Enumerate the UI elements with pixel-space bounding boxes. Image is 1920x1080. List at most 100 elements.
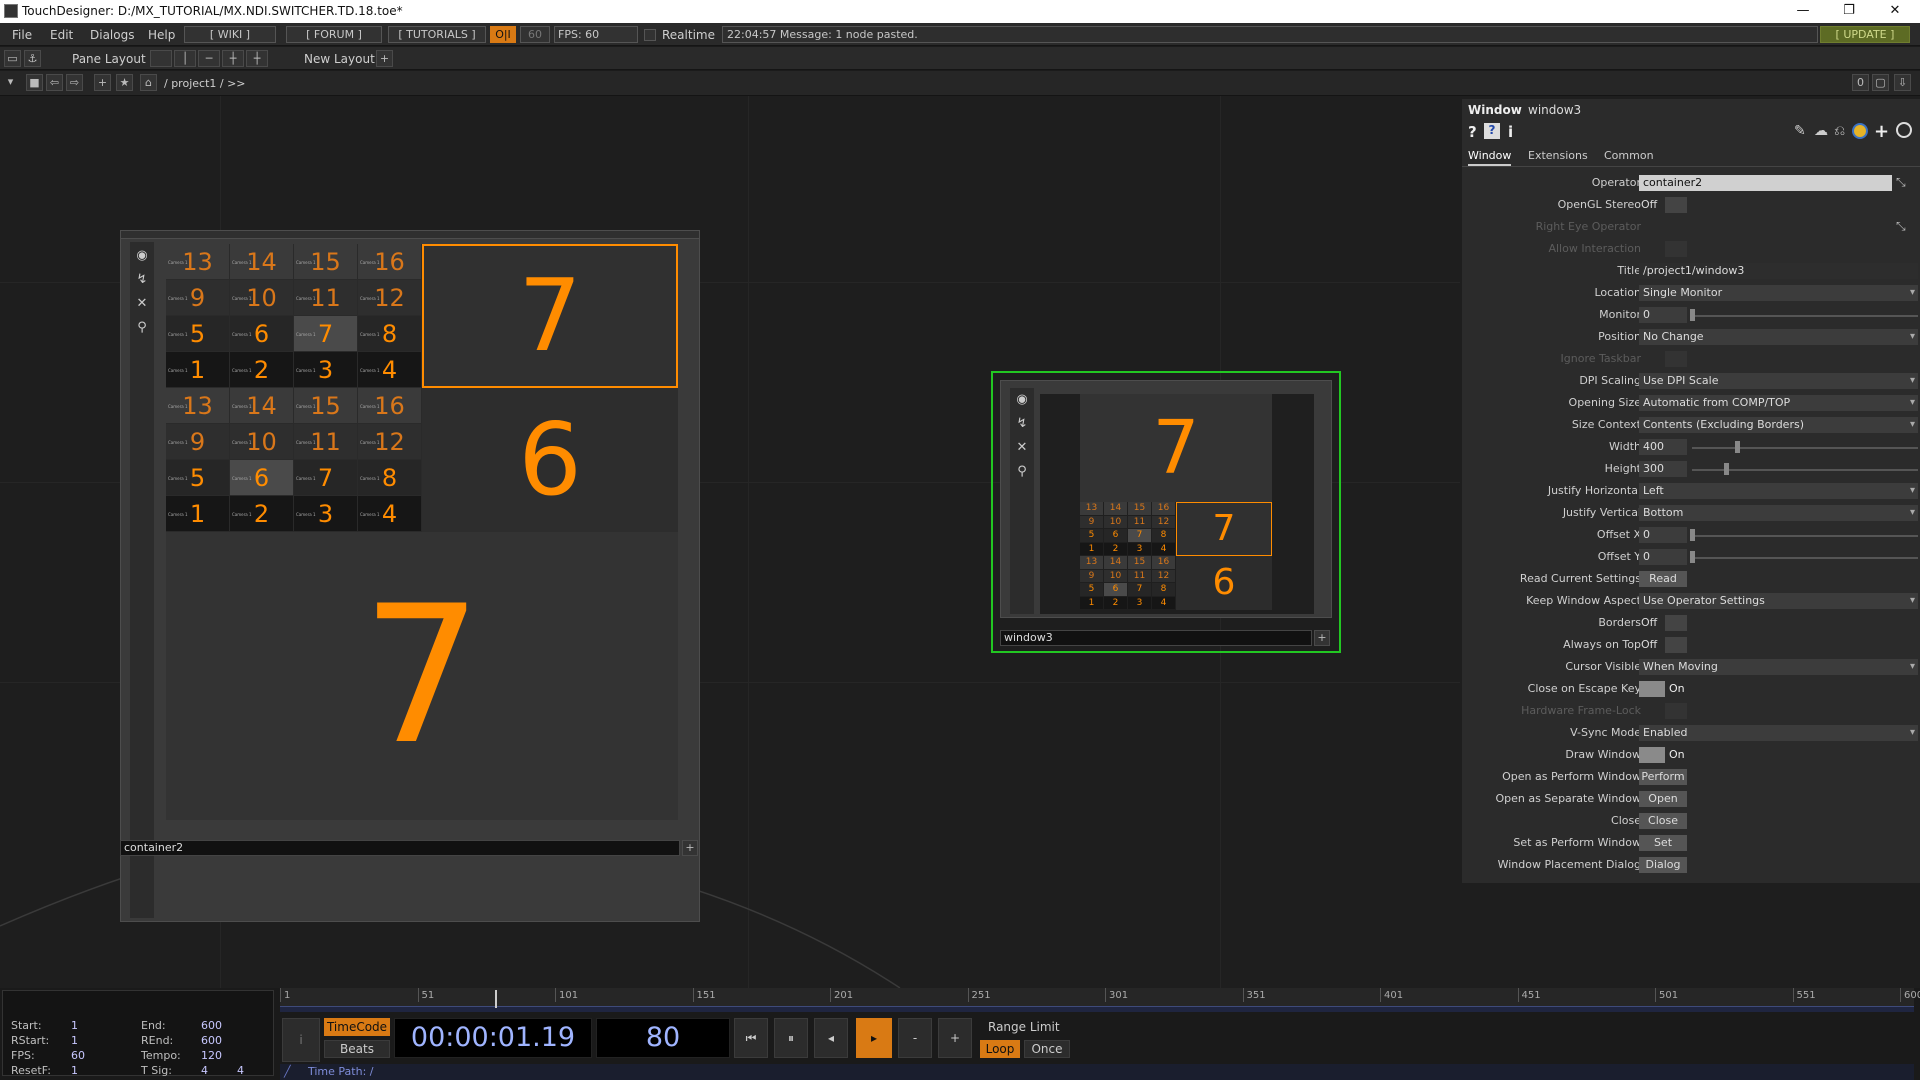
camera-tile[interactable]: 15 [1128,556,1151,569]
camera-tile[interactable]: 15 Camera 1 [294,388,357,423]
camera-tile[interactable]: 13 [1080,502,1103,515]
forum-button[interactable]: [ FORUM ] [286,26,382,43]
camera-tile[interactable]: 14 [1104,502,1127,515]
camera-tile[interactable]: 10 [1104,569,1127,582]
frame-display[interactable]: 80 [596,1018,730,1058]
target-icon[interactable] [1896,122,1912,138]
restore-button[interactable]: ❐ [1826,0,1872,23]
param-always-on-top-toggle[interactable]: Off [1639,637,1687,653]
param-window-placement-dialog-button[interactable]: Dialog [1639,857,1687,873]
home-icon[interactable]: ⌂ [140,74,157,91]
camera-tile[interactable]: 2 [1104,542,1127,555]
param-read-current-settings-button[interactable]: Read [1639,571,1687,587]
edit-icon[interactable]: ✎ [1794,123,1806,139]
param-open-as-separate-window-button[interactable]: Open [1639,791,1687,807]
stop-icon[interactable]: ■ [26,74,43,91]
operator-picker-icon[interactable]: ⤡ [1896,175,1906,190]
layout-single-icon[interactable] [150,50,172,67]
param-width-slider-knob[interactable] [1735,441,1741,453]
play-button[interactable]: ▸ [856,1018,892,1058]
param-dpi-scaling-dropdown[interactable]: Use DPI Scale [1639,373,1918,389]
camera-tile[interactable]: 5 [1080,529,1103,542]
camera-tile[interactable]: 13 Camera 1 [166,388,229,423]
camera-tile[interactable]: 9 Camera 1 [166,280,229,315]
camera-tile[interactable]: 4 [1152,596,1175,609]
camera-tile[interactable]: 13 [1080,556,1103,569]
viewer-active-icon[interactable]: ◉ [134,248,150,264]
camera-tile[interactable]: 4 Camera 1 [358,352,421,387]
forward-icon[interactable]: ⇨ [66,74,83,91]
viewer-active-icon[interactable]: ◉ [1014,392,1030,408]
time-stat-value[interactable]: 4 [201,1064,208,1077]
time-stat-value[interactable]: 4 [237,1064,244,1077]
comment-icon[interactable]: ☁ [1814,123,1828,139]
loop-button[interactable]: Loop [980,1040,1020,1058]
menu-help[interactable]: Help [148,28,175,42]
param-title-field[interactable]: /project1/window3 [1639,263,1918,279]
time-stat-value[interactable]: 1 [71,1064,78,1077]
close-window-button[interactable]: ✕ [1872,0,1918,23]
camera-tile[interactable]: 8 Camera 1 [358,316,421,351]
timecode-button[interactable]: TimeCode [324,1018,390,1036]
container2-name[interactable]: container2 [120,840,680,856]
python-icon[interactable] [1852,123,1868,139]
pane-split-icon[interactable]: ▭ [4,50,21,67]
camera-tile[interactable]: 5 Camera 1 [166,316,229,351]
camera-tile[interactable]: 11 Camera 1 [294,280,357,315]
param-position-dropdown[interactable]: No Change [1639,329,1918,345]
camera-tile[interactable]: 8 Camera 1 [358,460,421,495]
camera-tile[interactable]: 15 Camera 1 [294,244,357,279]
param-offset-y-slider-knob[interactable] [1690,551,1695,563]
camera-tile[interactable]: 8 [1152,583,1175,596]
tab-window[interactable]: Window [1468,149,1512,166]
param-offset-y-field[interactable]: 0 [1639,549,1687,565]
delete-icon[interactable]: ✕ [134,296,150,312]
camera-tile[interactable]: 2 Camera 1 [230,496,293,531]
param-open-as-perform-window-button[interactable]: Perform [1639,769,1687,785]
param-operator-field[interactable]: container2 [1639,175,1892,191]
add-icon[interactable]: + [94,74,111,91]
minimize-button[interactable]: — [1780,0,1826,23]
add-node-icon[interactable]: + [682,840,698,856]
pane-index[interactable]: 0 [1852,74,1869,91]
param-opening-size-dropdown[interactable]: Automatic from COMP/TOP [1639,395,1918,411]
camera-tile[interactable]: 1 Camera 1 [166,352,229,387]
realtime-checkbox[interactable] [644,29,656,41]
camera-tile[interactable]: 1 [1080,542,1103,555]
camera-tile[interactable]: 6 Camera 1 [230,316,293,351]
param-hardware-frame-lock-toggle[interactable] [1639,703,1687,719]
playhead[interactable] [495,990,497,1008]
menu-edit[interactable]: Edit [50,28,73,42]
update-button[interactable]: [ UPDATE ] [1820,26,1910,43]
pane-maximize-icon[interactable]: ▢ [1872,74,1889,91]
param-width-field[interactable]: 400 [1639,439,1687,455]
step-plus-button[interactable]: + [938,1018,972,1058]
camera-tile[interactable]: 10 Camera 1 [230,280,293,315]
time-stat-value[interactable]: 1 [71,1019,78,1032]
add-node-icon[interactable]: + [1314,630,1330,646]
param-keep-window-aspect-dropdown[interactable]: Use Operator Settings [1639,593,1918,609]
camera-tile[interactable]: 16 [1152,502,1175,515]
camera-tile[interactable]: 3 Camera 1 [294,496,357,531]
param-close-on-escape-key-toggle[interactable]: On [1639,681,1687,697]
tab-extensions[interactable]: Extensions [1528,149,1588,162]
pane-menu-icon[interactable]: ▾ [2,74,19,91]
camera-tile[interactable]: 7 Camera 1 [294,460,357,495]
layout-three-icon[interactable]: ┼ [222,50,244,67]
camera-tile[interactable]: 15 [1128,502,1151,515]
pause-button[interactable]: ⏸ [774,1018,808,1058]
network-path[interactable]: / project1 / >> [164,77,246,90]
time-stat-value[interactable]: 600 [201,1034,222,1047]
camera-tile[interactable]: 9 [1080,515,1103,528]
camera-tile[interactable]: 7 Camera 1 [294,316,357,351]
time-stat-value[interactable]: 600 [201,1019,222,1032]
camera-tile[interactable]: 6 [1104,583,1127,596]
param-height-slider-knob[interactable] [1723,463,1729,475]
camera-tile[interactable]: 14 Camera 1 [230,244,293,279]
param-monitor-slider-knob[interactable] [1690,309,1695,321]
camera-tile[interactable]: 10 [1104,515,1127,528]
fps-cap[interactable]: 60 [520,26,550,43]
step-minus-button[interactable]: - [898,1018,932,1058]
camera-tile[interactable]: 12 Camera 1 [358,280,421,315]
param-v-sync-mode-dropdown[interactable]: Enabled [1639,725,1918,741]
